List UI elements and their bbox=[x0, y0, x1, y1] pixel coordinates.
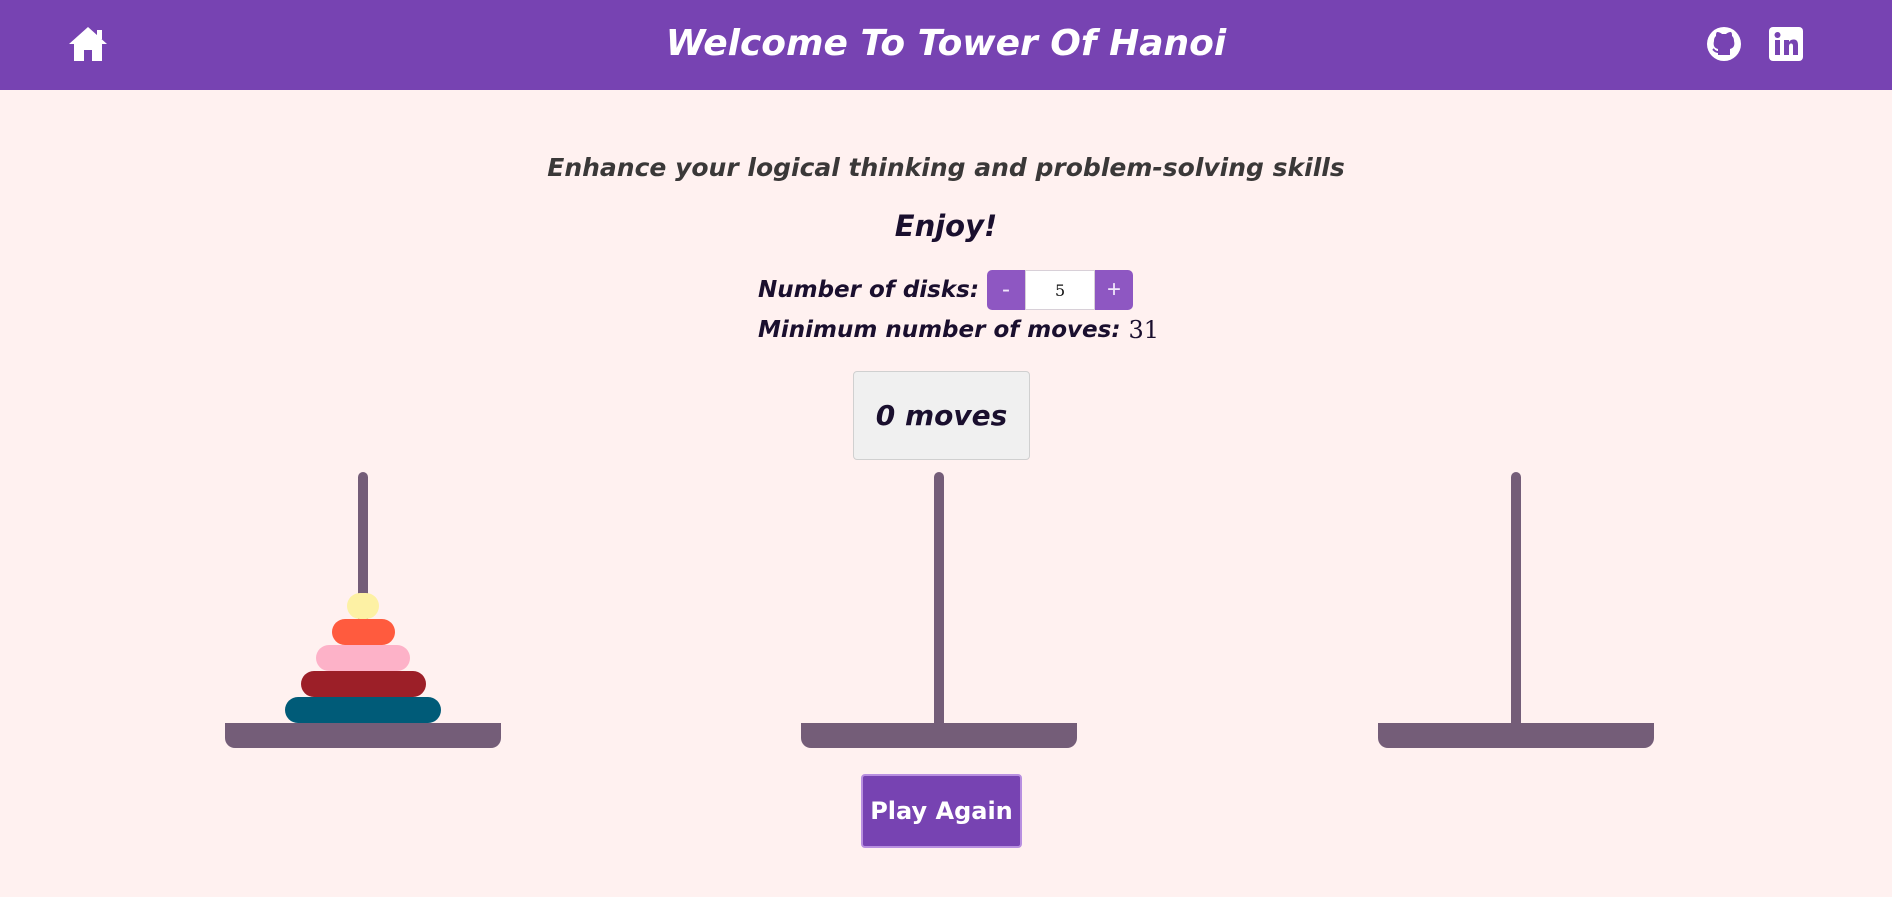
tower-3[interactable] bbox=[1378, 472, 1654, 748]
page-title: Welcome To Tower Of Hanoi bbox=[665, 23, 1227, 64]
top-bar: Welcome To Tower Of Hanoi bbox=[0, 0, 1892, 90]
github-icon[interactable] bbox=[1704, 24, 1744, 64]
disk-count-stepper: - + bbox=[987, 270, 1134, 310]
tower-2[interactable] bbox=[801, 472, 1077, 748]
tower-1[interactable] bbox=[225, 472, 501, 748]
subtitle: Enhance your logical thinking and proble… bbox=[547, 153, 1345, 182]
disk-4 bbox=[300, 671, 426, 697]
play-again-button[interactable]: Play Again bbox=[861, 774, 1022, 848]
disk-count-input[interactable] bbox=[1025, 270, 1096, 310]
move-counter: 0 moves bbox=[853, 371, 1030, 460]
disk-5 bbox=[285, 697, 441, 723]
enjoy-heading: Enjoy! bbox=[894, 209, 998, 243]
min-moves-row: Minimum number of moves: 31 bbox=[758, 312, 1159, 348]
decrease-disks-button[interactable]: - bbox=[987, 270, 1026, 310]
disk-count-label: Number of disks: bbox=[758, 277, 980, 303]
disk-2 bbox=[331, 619, 395, 645]
tower-base bbox=[1378, 723, 1654, 748]
tower-pole bbox=[1511, 472, 1521, 724]
tower-base bbox=[225, 723, 501, 748]
linkedin-icon[interactable] bbox=[1766, 24, 1806, 64]
min-moves-value: 31 bbox=[1128, 316, 1160, 344]
tower-base bbox=[801, 723, 1077, 748]
tower-pole bbox=[934, 472, 944, 724]
disk-1[interactable] bbox=[347, 593, 379, 619]
disk-3 bbox=[316, 645, 410, 671]
min-moves-label: Minimum number of moves: bbox=[758, 317, 1121, 343]
disk-count-row: Number of disks: - + bbox=[758, 270, 1134, 310]
increase-disks-button[interactable]: + bbox=[1095, 270, 1134, 310]
